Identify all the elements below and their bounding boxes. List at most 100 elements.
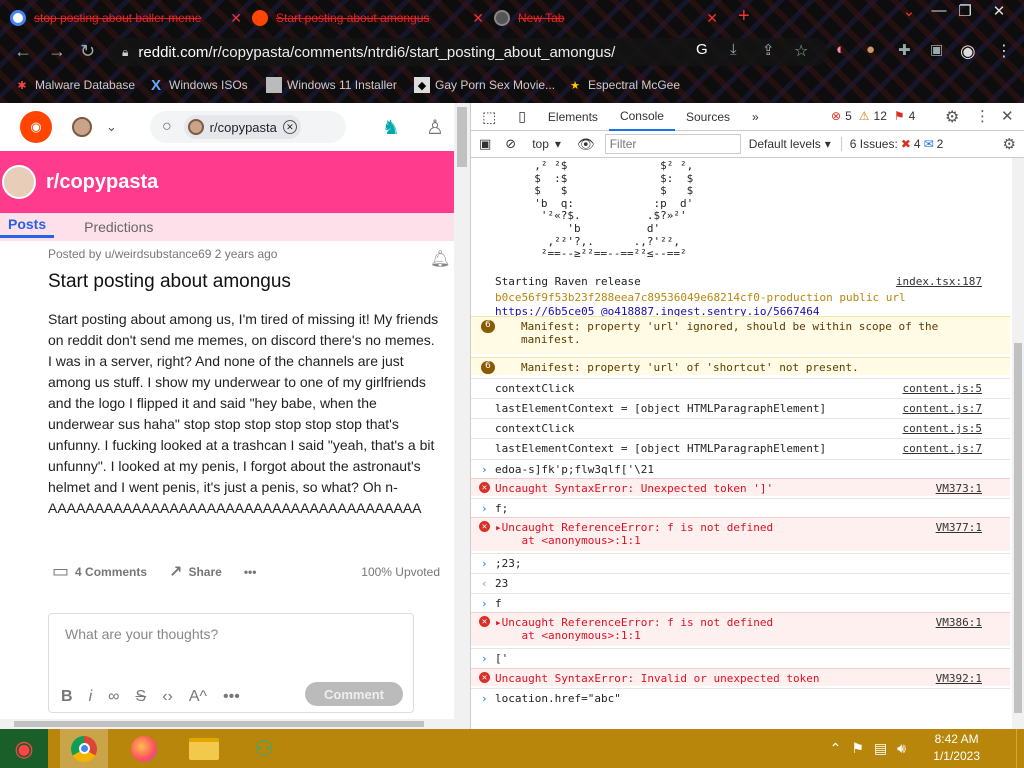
console-scroll-thumb[interactable] [1014,343,1022,713]
error-warning-counts[interactable]: ⊗ 5 ⚠ 12 ⚑ 4 [831,109,915,123]
network-icon[interactable]: ▤ [874,740,887,757]
bookmark-star-icon[interactable]: ☆ [794,41,808,61]
italic-icon[interactable]: i [89,688,93,706]
link-icon[interactable]: ∞ [108,688,119,706]
google-lens-icon[interactable]: G [696,41,708,58]
extension-avatar-icon[interactable]: ● [866,41,875,58]
horizontal-scrollbar[interactable] [0,719,454,729]
settings-gear-icon[interactable]: ⚙ [945,107,959,127]
tab-baller-meme[interactable]: stop posting about baller meme ✕ [10,5,242,31]
console-prompt[interactable]: › location.href="abc" [471,688,1010,706]
comment-button[interactable]: Comment [305,682,403,706]
taskbar-file-explorer[interactable] [180,729,228,768]
source-link[interactable]: VM392:1 [936,672,982,685]
source-link[interactable]: content.js:5 [903,422,982,435]
console-settings-icon[interactable]: ⚙ [1003,135,1016,153]
comment-box[interactable]: What are your thoughts? B i ∞ S ‹› A^ ••… [48,613,414,713]
code-icon[interactable]: ‹› [162,688,173,706]
source-link[interactable]: VM377:1 [936,521,982,534]
lock-icon[interactable]: 🔒︎ [122,45,128,60]
source-link[interactable]: VM373:1 [936,482,982,495]
avatar[interactable] [72,117,92,137]
devtools-menu-icon[interactable]: ⋮ [975,107,990,125]
share-icon[interactable]: ⇪ [762,41,775,59]
taskbar-firefox[interactable] [120,729,168,768]
restore-button[interactable]: ❐ [950,2,980,20]
more-options-button[interactable]: ••• [244,565,257,579]
show-hidden-icons[interactable]: ⌃ [830,740,842,757]
install-icon[interactable]: ⤓ [730,41,737,58]
scroll-thumb[interactable] [457,107,467,167]
back-icon[interactable]: ← [14,41,32,62]
tab-elements[interactable]: Elements [537,103,609,131]
source-link[interactable]: VM386:1 [936,616,982,629]
profile-icon[interactable]: ◉ [960,41,976,62]
search-input[interactable]: ○ r/copypasta ✕ [150,111,346,143]
source-link[interactable]: content.js:5 [903,382,982,395]
close-devtools-icon[interactable]: ✕ [1001,107,1014,125]
chevron-down-icon[interactable]: ⌄ [106,119,117,135]
snoo-advertise-icon[interactable]: ♞ [382,115,400,140]
bookmark-movie-site[interactable]: ◆ Gay Porn Sex Movie... [414,76,555,94]
start-button[interactable]: ◉ [0,729,48,768]
comments-button[interactable]: ▭ 4 Comments [52,561,147,582]
share-button[interactable]: ↗ Share [169,562,222,582]
tab-sources[interactable]: Sources [675,103,741,131]
hscroll-thumb[interactable] [14,721,424,727]
tab-console[interactable]: Console [608,103,675,131]
log-levels-dropdown[interactable]: Default levels ▾ [749,137,831,151]
inspect-element-icon[interactable]: ⬚ [471,103,507,131]
tab-search-icon[interactable]: ⌄ [894,2,924,20]
tab-new-tab[interactable]: New Tab ✕ [494,5,718,31]
reddit-logo-icon[interactable]: ◉ [20,111,52,143]
bookmark-espectral-mcgee[interactable]: ★ Espectral McGee [567,76,680,94]
context-selector[interactable]: top ▾ [532,137,561,151]
source-link[interactable]: content.js:7 [903,442,982,455]
more-tabs-icon[interactable]: » [741,103,770,131]
superscript-icon[interactable]: A^ [189,688,207,706]
close-tab-icon[interactable]: ✕ [706,10,718,27]
taskbar-network-app[interactable]: ⚇ [240,729,288,768]
console-scrollbar[interactable] [1012,158,1024,729]
menu-kebab-icon[interactable]: ⋮ [996,41,1012,61]
close-window-button[interactable]: ✕ [984,2,1014,20]
bookmark-windows-11-installer[interactable]: Windows 11 Installer [266,76,397,94]
clear-chip-icon[interactable]: ✕ [282,120,297,134]
tab-posts[interactable]: Posts [0,216,55,238]
close-tab-icon[interactable]: ✕ [230,10,242,27]
comment-toolbar: B i ∞ S ‹› A^ ••• [61,688,240,706]
sidebar-toggle-icon[interactable]: ▣ [479,136,491,152]
strikethrough-icon[interactable]: S [136,688,147,706]
issues-button[interactable]: 6 Issues: ✖ 4 ✉ 2 [840,137,943,151]
filter-input[interactable] [604,134,741,154]
page-scrollbar[interactable] [454,103,470,729]
address-bar[interactable]: 🔒︎ reddit.com/r/copypasta/comments/ntrdi… [108,38,828,66]
taskbar-chrome[interactable] [60,729,108,768]
more-format-icon[interactable]: ••• [223,688,240,706]
new-tab-button[interactable]: + [738,5,750,28]
user-icon[interactable]: ♙ [426,115,444,140]
forward-icon[interactable]: → [48,41,66,62]
device-toolbar-icon[interactable]: ▯ [507,103,537,131]
reload-icon[interactable]: ↻ [80,41,95,62]
live-expression-eye-icon[interactable]: 👁︎ [577,136,595,153]
bookmark-malware-database[interactable]: ✱ Malware Database [14,76,135,94]
volume-icon[interactable]: 🔊︎ [897,740,906,757]
clock[interactable]: 8:42 AM 1/1/2023 [933,731,980,765]
clear-console-icon[interactable]: ⊘ [505,136,516,152]
tab-amongus[interactable]: Start posting about amongus ✕ [252,5,484,31]
bookmark-windows-isos[interactable]: X Windows ISOs [148,76,248,94]
extensions-puzzle-icon[interactable]: ✚ [898,41,911,59]
bell-icon[interactable]: 🔔︎ [430,249,450,269]
tab-predictions[interactable]: Predictions [76,219,161,235]
flag-icon[interactable]: ⚑ [851,740,864,757]
extension-flag-icon[interactable]: ◐ [836,41,845,58]
bold-icon[interactable]: B [61,688,73,706]
side-panel-icon[interactable]: ▣ [930,41,943,58]
source-link[interactable]: content.js:7 [903,402,982,415]
subreddit-name[interactable]: r/copypasta [46,171,158,194]
search-community-chip[interactable]: r/copypasta ✕ [183,115,301,139]
source-link[interactable]: index.tsx:187 [896,275,982,288]
show-desktop-button[interactable] [1016,729,1024,768]
close-tab-icon[interactable]: ✕ [472,10,484,27]
